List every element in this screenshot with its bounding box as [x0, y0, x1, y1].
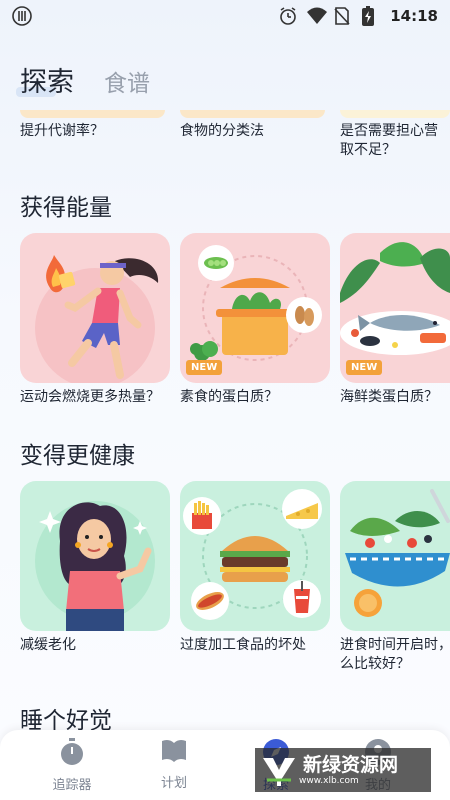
card-caption-line2: 么比较好？ — [340, 656, 410, 672]
tab-recipes-label: 食谱 — [104, 71, 150, 97]
card-slow-aging[interactable] — [20, 481, 170, 631]
card-seafood-protein[interactable]: NEW — [340, 233, 450, 383]
strip-item-nutrition-line2: 取不足？ — [340, 142, 396, 158]
section-title-energy: 获得能量 — [20, 195, 112, 221]
strip-card-edge — [20, 110, 165, 118]
top-tabs: 探索 食谱 — [16, 60, 150, 99]
nav-item-tracker[interactable]: 追踪器 — [32, 738, 112, 793]
card-caption-eating-window: 进食时间开启时， 么比较好？ — [340, 636, 450, 674]
clock: 14:18 — [390, 7, 438, 25]
watermark-logo-icon — [259, 750, 299, 790]
card-caption: 减缓老化 — [20, 637, 76, 653]
section-title-healthier: 变得更健康 — [20, 443, 135, 469]
card-caption: 过度加工食品的坏处 — [180, 637, 306, 653]
tab-explore-label: 探索 — [20, 67, 74, 98]
tab-recipes[interactable]: 食谱 — [104, 64, 150, 98]
status-bar: 14:18 — [0, 0, 450, 32]
watermark-url: www.xlb.com — [299, 776, 359, 786]
nav-label: 追踪器 — [52, 778, 92, 793]
strip-item-nutrition-line1: 是否需要担心营 — [340, 123, 438, 139]
new-badge: NEW — [186, 360, 223, 375]
strip-card-edge — [180, 110, 325, 118]
nav-item-plan[interactable]: 计划 — [134, 738, 214, 791]
tab-explore[interactable]: 探索 — [16, 60, 74, 99]
utensils-icon — [12, 6, 32, 26]
card-caption: 海鲜类蛋白质？ — [340, 389, 438, 405]
watermark: 新绿资源网 www.xlb.com — [255, 748, 431, 792]
alarm-icon — [278, 6, 298, 26]
watermark-title: 新绿资源网 — [303, 754, 399, 776]
strip-item-nutrition[interactable]: 是否需要担心营 取不足？ — [340, 122, 450, 160]
battery-icon — [362, 6, 382, 26]
junk-food-illustration — [183, 489, 322, 620]
card-processed-food[interactable] — [180, 481, 330, 631]
strip-item-food-classification[interactable]: 食物的分类法 — [180, 122, 264, 141]
card-caption: 素食的蛋白质？ — [180, 389, 278, 405]
nav-label: 计划 — [160, 776, 187, 791]
card-vegetarian-protein[interactable]: NEW — [180, 233, 330, 383]
no-sim-icon — [334, 6, 354, 26]
book-icon — [160, 738, 188, 768]
woman-illustration — [35, 501, 155, 631]
wifi-icon — [306, 6, 328, 26]
strip-item-metabolism[interactable]: 提升代谢率？ — [20, 122, 104, 141]
strip-card-edge — [340, 110, 450, 118]
salad-illustration — [345, 489, 450, 617]
new-badge: NEW — [346, 360, 383, 375]
stopwatch-icon — [59, 738, 85, 770]
card-eating-window[interactable] — [340, 481, 450, 631]
card-caption-line1: 进食时间开启时， — [340, 637, 450, 653]
top-strip: 提升代谢率？ 食物的分类法 是否需要担心营 取不足？ — [0, 100, 450, 160]
card-caption: 运动会燃烧更多热量？ — [20, 389, 160, 405]
card-exercise-calories[interactable] — [20, 233, 170, 383]
runner-illustration — [35, 255, 159, 383]
